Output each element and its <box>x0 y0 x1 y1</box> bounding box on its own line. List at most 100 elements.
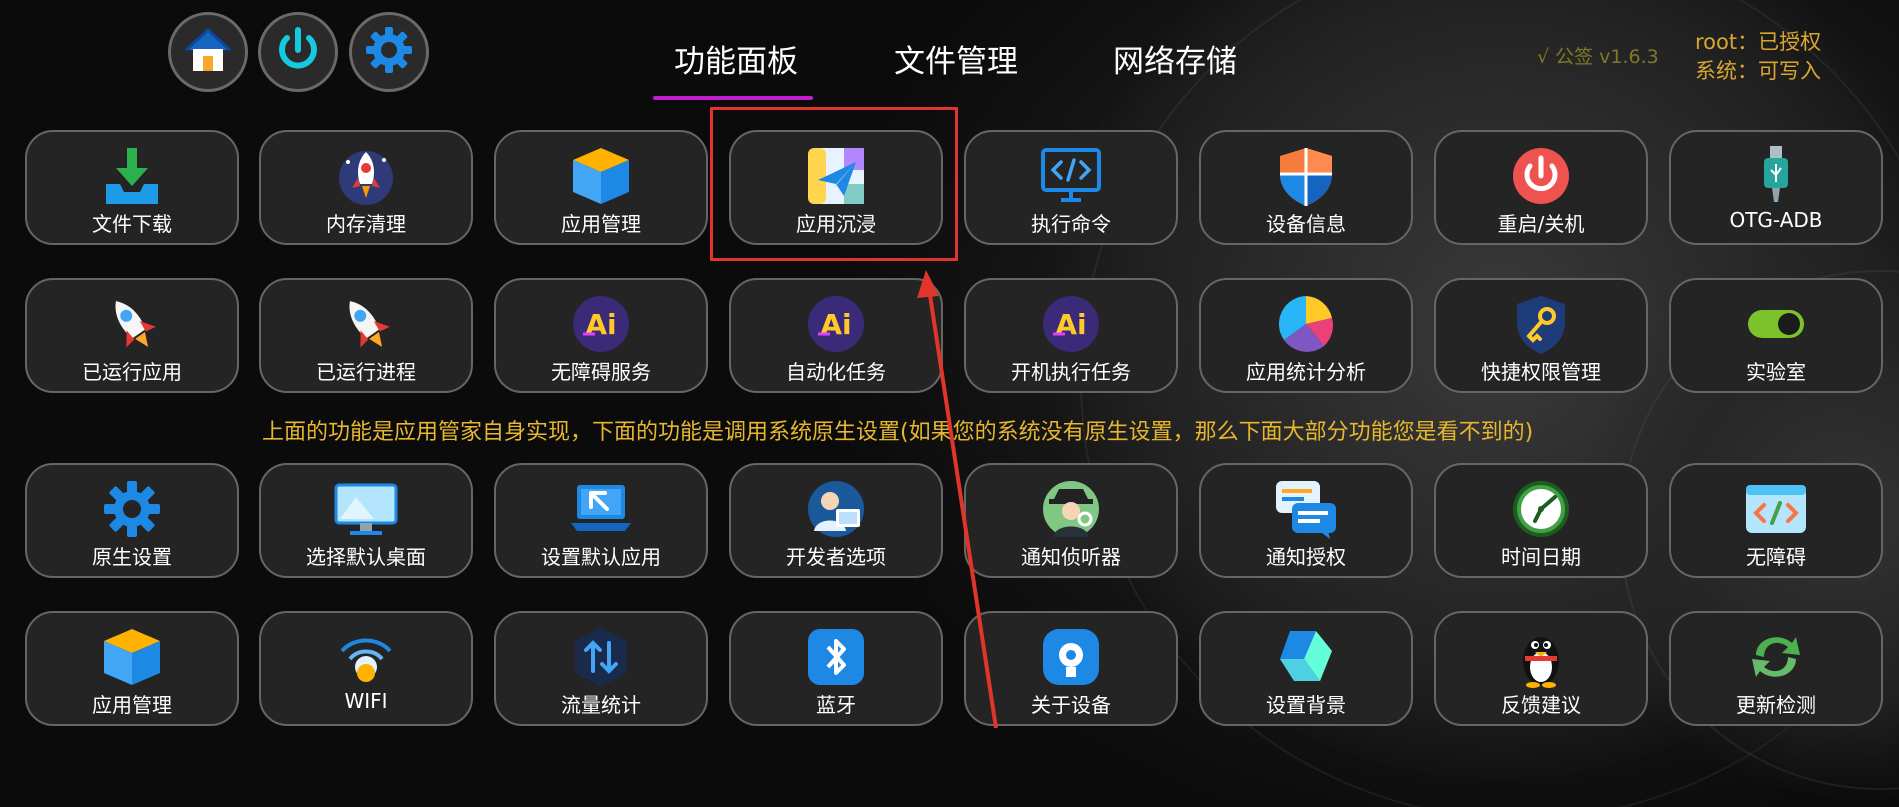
svg-text:Ai: Ai <box>820 308 851 341</box>
tile-label: 蓝牙 <box>816 693 856 717</box>
tile-rocket[interactable]: 已运行应用 <box>25 278 239 393</box>
tile-label: 快捷权限管理 <box>1481 360 1601 384</box>
power-icon <box>1509 144 1573 208</box>
system-status: 系统：可写入 <box>1695 59 1821 83</box>
detective-icon <box>1039 477 1103 541</box>
tile-label: 文件下载 <box>92 212 172 236</box>
tile-label: 应用管理 <box>561 212 641 236</box>
tile-about-device[interactable]: 关于设备 <box>964 611 1178 726</box>
tab-network-storage[interactable]: 网络存储 <box>1113 36 1237 81</box>
tile-label: 通知授权 <box>1266 545 1346 569</box>
tile-download[interactable]: 文件下载 <box>25 130 239 245</box>
tile-code-window[interactable]: 无障碍 <box>1669 463 1883 578</box>
tile-power[interactable]: 重启/关机 <box>1434 130 1648 245</box>
tile-label: OTG-ADB <box>1729 208 1823 232</box>
tile-traffic[interactable]: 流量统计 <box>494 611 708 726</box>
tile-label: 流量统计 <box>561 693 641 717</box>
download-icon <box>100 144 164 208</box>
ai-icon: Ai <box>804 292 868 356</box>
wallpaper-icon <box>1274 625 1338 689</box>
tab-function-panel[interactable]: 功能面板 <box>674 36 798 81</box>
version-label: √ 公签 v1.6.3 <box>1537 46 1659 68</box>
tile-key-shield[interactable]: 快捷权限管理 <box>1434 278 1648 393</box>
tile-pie-chart[interactable]: 应用统计分析 <box>1199 278 1413 393</box>
tile-detective[interactable]: 通知侦听器 <box>964 463 1178 578</box>
developer-icon <box>804 477 868 541</box>
tile-label: 已运行进程 <box>316 360 416 384</box>
tile-label: 应用沉浸 <box>796 212 876 236</box>
tile-ai[interactable]: Ai 开机执行任务 <box>964 278 1178 393</box>
notice-text: 上面的功能是应用管家自身实现，下面的功能是调用系统原生设置(如果您的系统没有原生… <box>262 420 1534 445</box>
wifi-icon <box>334 625 398 689</box>
power-icon <box>270 22 326 82</box>
tile-shield[interactable]: 设备信息 <box>1199 130 1413 245</box>
tile-label: 反馈建议 <box>1501 693 1581 717</box>
tile-box[interactable]: 应用管理 <box>494 130 708 245</box>
box-icon <box>569 144 633 208</box>
toggle-icon <box>1744 292 1808 356</box>
gear-icon <box>361 22 417 82</box>
tile-laptop-arrow[interactable]: 设置默认应用 <box>494 463 708 578</box>
tile-code-monitor[interactable]: 执行命令 <box>964 130 1178 245</box>
tile-label: 设置默认应用 <box>541 545 661 569</box>
tile-ai[interactable]: Ai 无障碍服务 <box>494 278 708 393</box>
tile-label: 自动化任务 <box>786 360 886 384</box>
tile-label: 已运行应用 <box>82 360 182 384</box>
traffic-icon <box>569 625 633 689</box>
tile-penguin[interactable]: 反馈建议 <box>1434 611 1648 726</box>
svg-text:Ai: Ai <box>1055 308 1086 341</box>
code-window-icon <box>1744 477 1808 541</box>
rocket-badge-icon <box>334 144 398 208</box>
power-button[interactable] <box>258 12 338 92</box>
monitor-icon <box>334 477 398 541</box>
tile-toggle[interactable]: 实验室 <box>1669 278 1883 393</box>
tile-label: 设置背景 <box>1266 693 1346 717</box>
tile-clock[interactable]: 时间日期 <box>1434 463 1648 578</box>
tile-label: 关于设备 <box>1031 693 1111 717</box>
tile-usb[interactable]: OTG-ADB <box>1669 130 1883 245</box>
tile-monitor[interactable]: 选择默认桌面 <box>259 463 473 578</box>
laptop-arrow-icon <box>569 477 633 541</box>
tile-label: 更新检测 <box>1736 693 1816 717</box>
tile-label: 开机执行任务 <box>1011 360 1131 384</box>
tile-label: WIFI <box>344 689 388 713</box>
root-status: root：已授权 <box>1695 30 1822 54</box>
tile-refresh[interactable]: 更新检测 <box>1669 611 1883 726</box>
tile-chat[interactable]: 通知授权 <box>1199 463 1413 578</box>
tab-file-manager[interactable]: 文件管理 <box>894 36 1018 81</box>
tile-gear[interactable]: 原生设置 <box>25 463 239 578</box>
tile-label: 开发者选项 <box>786 545 886 569</box>
tile-bluetooth[interactable]: 蓝牙 <box>729 611 943 726</box>
app-screen: 功能面板 文件管理 网络存储 √ 公签 v1.6.3 root：已授权 系统：可… <box>0 0 1899 807</box>
rocket-icon <box>334 292 398 356</box>
tile-ai[interactable]: Ai 自动化任务 <box>729 278 943 393</box>
tile-rocket[interactable]: 已运行进程 <box>259 278 473 393</box>
tile-label: 时间日期 <box>1501 545 1581 569</box>
tile-wifi[interactable]: WIFI <box>259 611 473 726</box>
shield-icon <box>1274 144 1338 208</box>
tile-box[interactable]: 应用管理 <box>25 611 239 726</box>
tile-developer[interactable]: 开发者选项 <box>729 463 943 578</box>
refresh-icon <box>1744 625 1808 689</box>
settings-button[interactable] <box>349 12 429 92</box>
home-button[interactable] <box>168 12 248 92</box>
tile-label: 应用管理 <box>92 693 172 717</box>
usb-icon <box>1744 144 1808 208</box>
home-icon <box>180 22 236 82</box>
ai-icon: Ai <box>569 292 633 356</box>
box-icon <box>100 625 164 689</box>
tile-label: 无障碍服务 <box>551 360 651 384</box>
tile-rocket-badge[interactable]: 内存清理 <box>259 130 473 245</box>
paper-plane-map-icon <box>804 144 868 208</box>
tile-label: 重启/关机 <box>1497 212 1585 236</box>
chat-icon <box>1274 477 1338 541</box>
clock-icon <box>1509 477 1573 541</box>
tile-wallpaper[interactable]: 设置背景 <box>1199 611 1413 726</box>
about-device-icon <box>1039 625 1103 689</box>
tile-label: 通知侦听器 <box>1021 545 1121 569</box>
tile-label: 内存清理 <box>326 212 406 236</box>
active-tab-indicator <box>653 96 813 100</box>
tile-label: 应用统计分析 <box>1246 360 1366 384</box>
ai-icon: Ai <box>1039 292 1103 356</box>
tile-paper-plane-map[interactable]: 应用沉浸 <box>729 130 943 245</box>
